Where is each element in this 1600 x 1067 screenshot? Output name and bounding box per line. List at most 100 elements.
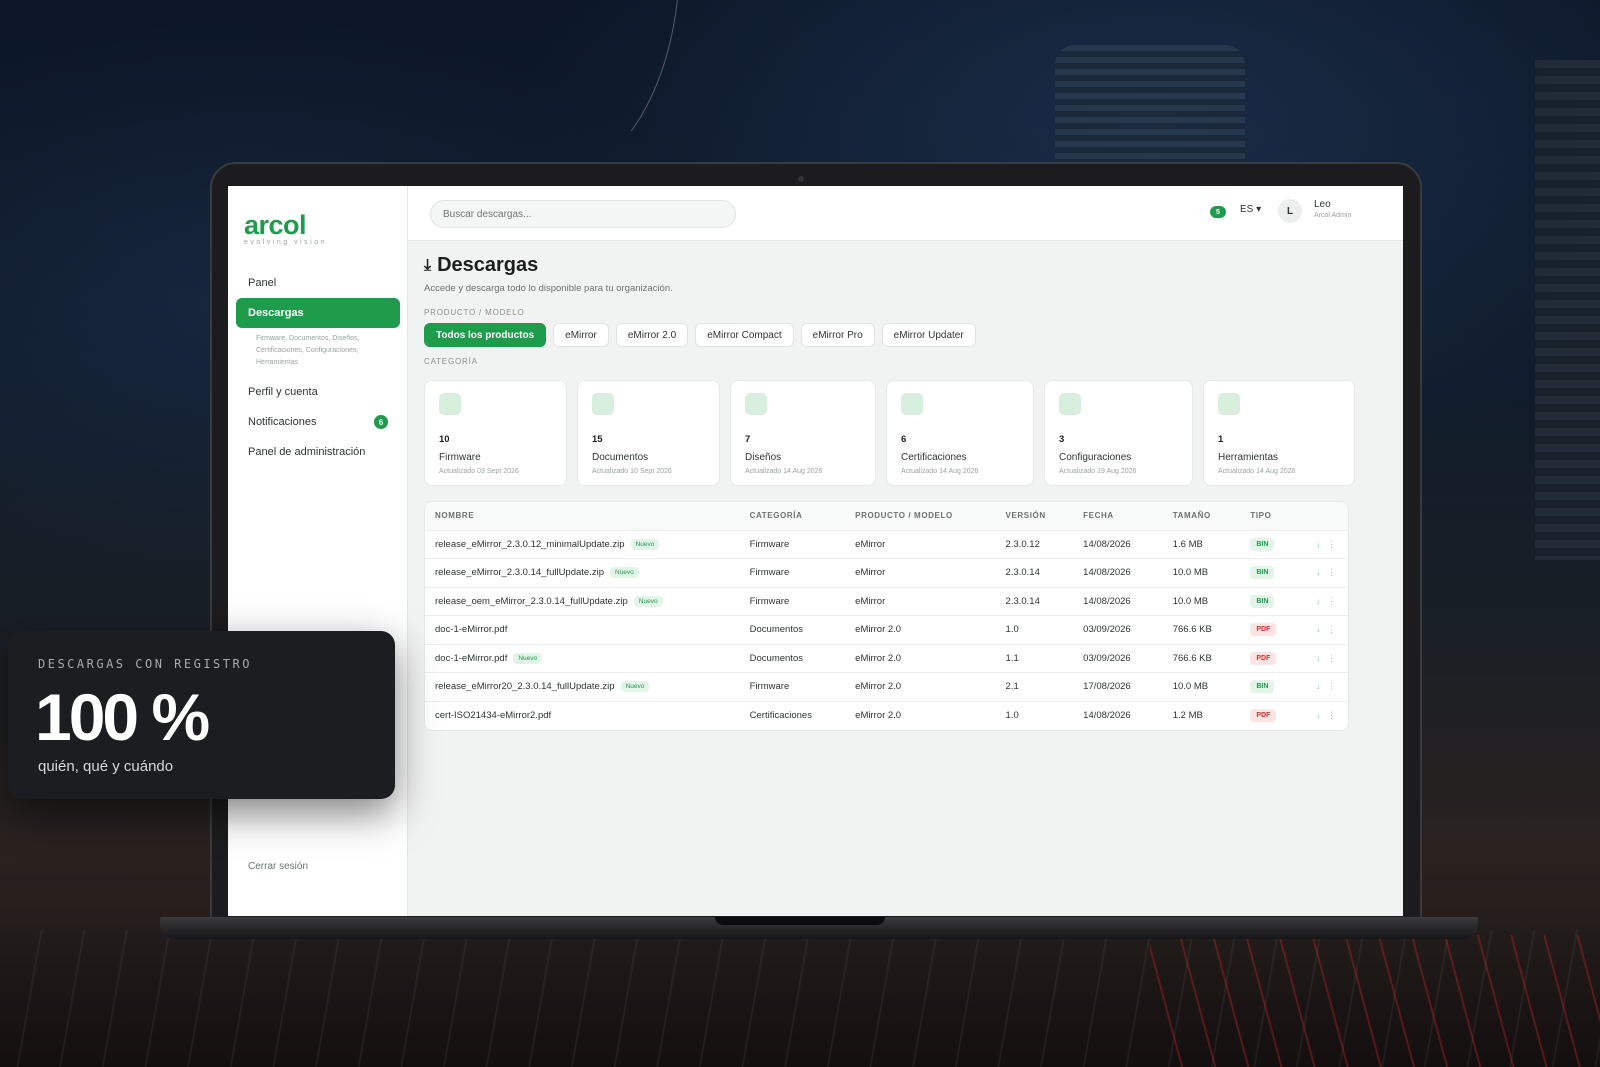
column-header-product[interactable]: PRODUCTO / MODELO [845, 502, 996, 531]
size-cell: 766.6 KB [1162, 644, 1241, 673]
actions-cell: ↓ ⋮ [1305, 530, 1348, 559]
brand-tagline: evolving vision [244, 239, 328, 246]
category-count: 10 [439, 434, 450, 445]
file-type-badge: BIN [1250, 566, 1275, 580]
category-card-firmware[interactable]: 10 Firmware Actualizado 03 Sept 2026 [424, 380, 567, 486]
category-count: 15 [592, 434, 603, 445]
product-filter-label: PRODUCTO / MODELO [424, 308, 525, 317]
sidebar-item-label: Descargas [248, 307, 304, 319]
language-selector[interactable]: ES ▾ [1240, 204, 1261, 215]
filter-chip-emirror-2[interactable]: eMirror 2.0 [615, 323, 689, 347]
column-header-date[interactable]: FECHA [1073, 502, 1163, 531]
category-cell: Firmware [739, 672, 846, 702]
sidebar: arcol evolving vision Panel Descargas Fi… [228, 186, 408, 916]
category-count: 6 [901, 434, 907, 445]
filter-chip-all[interactable]: Todos los productos [424, 323, 547, 347]
sidebar-item-perfil[interactable]: Perfil y cuenta [236, 377, 400, 407]
actions-cell: ↓ ⋮ [1306, 701, 1348, 730]
category-card-disenos[interactable]: 7 Diseños Actualizado 14 Aug 2026 [730, 380, 876, 486]
size-cell: 10.0 MB [1162, 672, 1241, 702]
category-cell: Firmware [739, 530, 846, 559]
date-cell: 03/09/2026 [1073, 644, 1163, 673]
version-cell: 1.0 [1005, 710, 1019, 721]
new-badge: Nuevo [620, 681, 650, 693]
category-updated: Actualizado 14 Aug 2026 [1218, 468, 1296, 475]
table-row[interactable]: release_eMirror20_2.3.0.14_fullUpdate.zi… [425, 672, 1348, 702]
file-name: doc-1-eMirror.pdf [435, 624, 508, 636]
category-card-herramientas[interactable]: 1 Herramientas Actualizado 14 Aug 2026 [1203, 380, 1355, 486]
table-row[interactable]: release_eMirror_2.3.0.14_fullUpdate.zip N… [425, 558, 1348, 588]
background-light-streaks [1150, 935, 1600, 1067]
notification-badge[interactable]: 5 [1210, 206, 1226, 218]
table-row[interactable]: release_oem_eMirror_2.3.0.14_fullUpdate.… [425, 587, 1348, 616]
file-name-cell[interactable]: release_eMirror_2.3.0.14_fullUpdate.zip N… [425, 558, 740, 588]
page-title: ⤓ Descargas [424, 254, 1389, 277]
filter-chip-emirror-compact[interactable]: eMirror Compact [695, 323, 794, 347]
filter-chip-emirror-updater[interactable]: eMirror Updater [881, 323, 976, 347]
sidebar-item-notificaciones[interactable]: Notificaciones 6 [236, 407, 400, 437]
date-cell: 03/09/2026 [1073, 615, 1163, 645]
file-name-cell[interactable]: release_oem_eMirror_2.3.0.14_fullUpdate.… [425, 587, 740, 616]
category-card-configuraciones[interactable]: 3 Configuraciones Actualizado 19 Aug 202… [1044, 380, 1193, 486]
category-updated: Actualizado 19 Aug 2026 [1059, 468, 1137, 475]
download-more-icon[interactable]: ↓ ⋮ [1316, 539, 1338, 549]
category-label: CATEGORÍA [424, 357, 478, 366]
document-icon [592, 393, 614, 415]
column-header-type[interactable]: TIPO [1240, 502, 1306, 531]
table-row[interactable]: doc-1-eMirror.pdf Documentos eMirror 2.0 1.… [425, 615, 1348, 645]
file-name-cell[interactable]: release_eMirror20_2.3.0.14_fullUpdate.zi… [425, 672, 740, 702]
category-cell: Firmware [739, 587, 846, 616]
category-name: Documentos [592, 452, 649, 463]
file-name-cell[interactable]: cert-ISO21434-eMirror2.pdf [425, 701, 740, 730]
category-card-documentos[interactable]: 15 Documentos Actualizado 10 Sept 2026 [577, 380, 720, 486]
table-row[interactable]: release_eMirror_2.3.0.12_minimalUpdate.z… [425, 530, 1348, 559]
sidebar-item-descargas[interactable]: Descargas [236, 298, 400, 328]
download-more-icon[interactable]: ↓ ⋮ [1316, 681, 1338, 691]
file-name-cell[interactable]: doc-1-eMirror.pdf Nuevo [425, 644, 740, 673]
date-cell: 17/08/2026 [1073, 672, 1163, 702]
sidebar-item-admin[interactable]: Panel de administración [236, 437, 400, 467]
logout-link[interactable]: Cerrar sesión [248, 861, 308, 872]
search-input[interactable] [430, 200, 736, 228]
file-name: cert-ISO21434-eMirror2.pdf [435, 710, 552, 721]
column-header-version[interactable]: VERSIÓN [995, 502, 1074, 531]
file-type-badge: PDF [1250, 623, 1277, 637]
product-cell: eMirror 2.0 [845, 644, 996, 673]
stat-card: DESCARGAS CON REGISTRO 100 % quién, qué … [8, 631, 395, 799]
product-cell: eMirror [845, 587, 996, 616]
app-screen: arcol evolving vision Panel Descargas Fi… [228, 186, 1403, 916]
actions-cell: ↓ ⋮ [1305, 587, 1348, 616]
filter-chip-emirror[interactable]: eMirror [553, 323, 609, 347]
column-header-name[interactable]: NOMBRE [425, 502, 740, 531]
table-row[interactable]: doc-1-eMirror.pdf Nuevo Documentos eMirror … [425, 644, 1348, 673]
column-header-size[interactable]: TAMAÑO [1162, 502, 1241, 531]
download-more-icon[interactable]: ↓ ⋮ [1316, 710, 1338, 720]
table-body: release_eMirror_2.3.0.12_minimalUpdate.z… [425, 530, 1348, 730]
table-row[interactable]: cert-ISO21434-eMirror2.pdf Certificacione… [425, 701, 1348, 730]
filter-chip-emirror-pro[interactable]: eMirror Pro [800, 323, 875, 347]
avatar[interactable]: L [1278, 199, 1302, 223]
brand-logo[interactable]: arcol evolving vision [244, 210, 327, 246]
background-tower [1535, 60, 1600, 560]
download-more-icon[interactable]: ↓ ⋮ [1316, 624, 1338, 634]
background-arc [420, 0, 680, 180]
download-more-icon[interactable]: ↓ ⋮ [1316, 596, 1338, 606]
category-cell: Documentos [739, 644, 846, 673]
file-name-cell[interactable]: release_eMirror_2.3.0.12_minimalUpdate.z… [425, 530, 740, 559]
category-cell: Documentos [739, 615, 846, 645]
type-cell: PDF [1240, 701, 1306, 730]
column-header-actions [1305, 502, 1348, 531]
category-name: Herramientas [1218, 452, 1279, 463]
category-updated: Actualizado 14 Aug 2026 [901, 468, 979, 475]
category-name: Firmware [439, 452, 481, 463]
category-card-certificaciones[interactable]: 6 Certificaciones Actualizado 14 Aug 202… [886, 380, 1034, 486]
download-more-icon[interactable]: ↓ ⋮ [1316, 567, 1338, 577]
column-header-category[interactable]: CATEGORÍA [739, 502, 846, 531]
product-cell: eMirror [845, 558, 996, 588]
download-more-icon[interactable]: ↓ ⋮ [1316, 653, 1338, 663]
date-cell: 14/08/2026 [1073, 558, 1163, 588]
sidebar-item-panel[interactable]: Panel [236, 268, 400, 298]
sidebar-nav: Panel Descargas Firmware, Documentos, Di… [236, 268, 400, 467]
category-updated: Actualizado 14 Aug 2026 [745, 468, 823, 475]
file-name-cell[interactable]: doc-1-eMirror.pdf [425, 615, 740, 645]
